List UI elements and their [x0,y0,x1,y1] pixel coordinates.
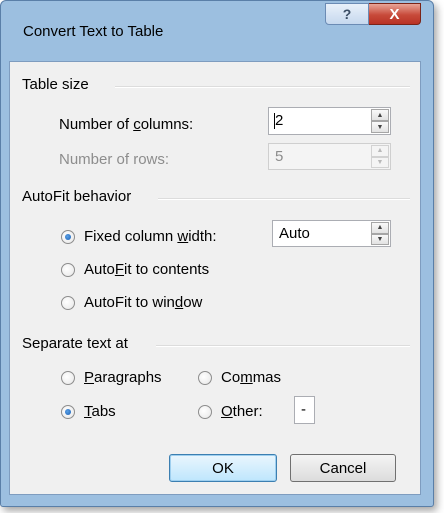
close-button[interactable]: X [369,3,421,25]
other-radio[interactable] [198,405,212,419]
commas-label[interactable]: Commas [221,369,281,386]
dialog-title: Convert Text to Table [23,23,164,40]
other-separator-input[interactable]: - [294,396,315,424]
paragraphs-radio[interactable] [61,371,75,385]
close-icon: X [389,5,400,23]
column-width-value: Auto [279,225,310,242]
commas-radio[interactable] [198,371,212,385]
rows-spinner: 5 ▲ ▼ [268,143,391,170]
dialog-body: Table size Number of columns: 2 ▲ ▼ Numb… [9,61,421,495]
title-buttons: ? X [325,3,421,25]
spin-up-icon[interactable]: ▲ [371,109,389,121]
autofit-contents-radio[interactable] [61,263,75,277]
cancel-button[interactable]: Cancel [290,454,396,482]
columns-spinner[interactable]: 2 ▲ ▼ [268,107,391,135]
autofit-window-radio[interactable] [61,296,75,310]
spin-down-icon[interactable]: ▼ [371,121,389,133]
fixed-width-radio[interactable] [61,230,75,244]
rows-spin-buttons: ▲ ▼ [371,145,389,168]
autofit-divider [158,198,410,200]
text-caret [274,113,275,129]
tabs-radio[interactable] [61,405,75,419]
tabs-label[interactable]: Tabs [84,403,116,420]
separate-heading: Separate text at [22,335,128,352]
dialog-window: Convert Text to Table ? X Table size Num… [0,0,434,507]
columns-value: 2 [275,112,284,129]
paragraphs-label[interactable]: Paragraphs [84,369,162,386]
rows-value: 5 [275,148,284,165]
autofit-contents-label[interactable]: AutoFit to contents [84,261,209,278]
help-button[interactable]: ? [325,3,369,25]
columns-label: Number of columns: [59,116,194,133]
column-width-spin-buttons: ▲ ▼ [371,222,389,245]
table-size-divider [115,86,410,88]
ok-button[interactable]: OK [169,454,277,482]
table-size-heading: Table size [22,76,89,93]
fixed-width-label[interactable]: Fixed column width: [84,228,217,245]
help-icon: ? [342,6,352,22]
other-separator-value: - [301,401,306,418]
other-label[interactable]: Other: [221,403,263,420]
spin-down-icon: ▼ [371,156,389,168]
column-width-spinner[interactable]: Auto ▲ ▼ [272,220,391,247]
spin-up-icon: ▲ [371,145,389,157]
columns-spin-buttons: ▲ ▼ [371,109,389,133]
autofit-heading: AutoFit behavior [22,188,132,205]
rows-label: Number of rows: [59,151,170,168]
separate-divider [156,345,410,347]
autofit-window-label[interactable]: AutoFit to window [84,294,202,311]
spin-up-icon[interactable]: ▲ [371,222,389,234]
spin-down-icon[interactable]: ▼ [371,233,389,245]
